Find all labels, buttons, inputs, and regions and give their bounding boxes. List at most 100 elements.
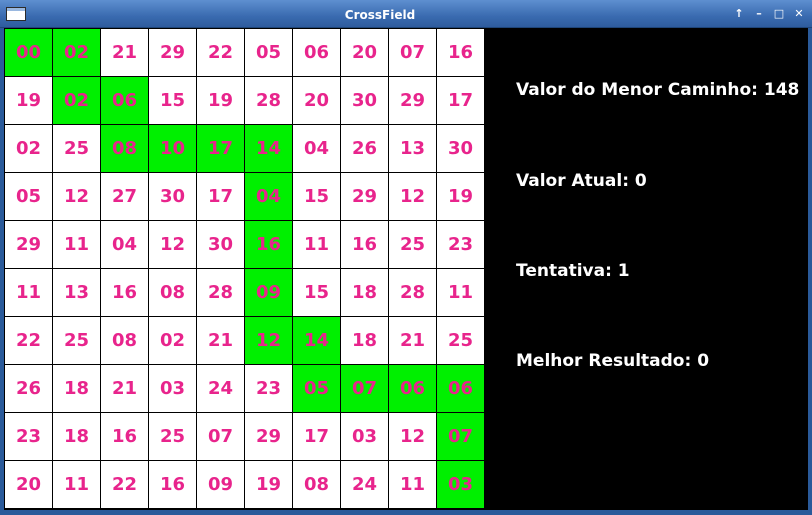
grid-cell-r9-c7[interactable]: 24 bbox=[341, 461, 388, 508]
grid-cell-r3-c7[interactable]: 29 bbox=[341, 173, 388, 220]
grid-cell-r5-c0[interactable]: 11 bbox=[5, 269, 52, 316]
title-bar[interactable]: CrossField ↑ – □ ✕ bbox=[0, 0, 812, 28]
grid-cell-r0-c1[interactable]: 02 bbox=[53, 29, 100, 76]
grid-cell-r4-c1[interactable]: 11 bbox=[53, 221, 100, 268]
grid-cell-r3-c2[interactable]: 27 bbox=[101, 173, 148, 220]
grid-cell-r5-c1[interactable]: 13 bbox=[53, 269, 100, 316]
grid-cell-r9-c4[interactable]: 09 bbox=[197, 461, 244, 508]
grid-cell-r1-c4[interactable]: 19 bbox=[197, 77, 244, 124]
grid-cell-r0-c4[interactable]: 22 bbox=[197, 29, 244, 76]
grid-cell-r8-c1[interactable]: 18 bbox=[53, 413, 100, 460]
grid-cell-r9-c1[interactable]: 11 bbox=[53, 461, 100, 508]
grid-cell-r0-c2[interactable]: 21 bbox=[101, 29, 148, 76]
grid-cell-r5-c9[interactable]: 11 bbox=[437, 269, 484, 316]
grid-cell-r6-c5[interactable]: 12 bbox=[245, 317, 292, 364]
grid-cell-r5-c3[interactable]: 08 bbox=[149, 269, 196, 316]
grid-cell-r3-c4[interactable]: 17 bbox=[197, 173, 244, 220]
grid-cell-r3-c5[interactable]: 04 bbox=[245, 173, 292, 220]
grid-cell-r8-c5[interactable]: 29 bbox=[245, 413, 292, 460]
grid-cell-r5-c4[interactable]: 28 bbox=[197, 269, 244, 316]
grid-cell-r2-c6[interactable]: 04 bbox=[293, 125, 340, 172]
grid-cell-r4-c9[interactable]: 23 bbox=[437, 221, 484, 268]
grid-cell-r6-c0[interactable]: 22 bbox=[5, 317, 52, 364]
grid-cell-r8-c3[interactable]: 25 bbox=[149, 413, 196, 460]
grid-cell-r4-c5[interactable]: 16 bbox=[245, 221, 292, 268]
grid-cell-r0-c7[interactable]: 20 bbox=[341, 29, 388, 76]
grid-cell-r1-c8[interactable]: 29 bbox=[389, 77, 436, 124]
grid-cell-r8-c4[interactable]: 07 bbox=[197, 413, 244, 460]
grid-cell-r2-c7[interactable]: 26 bbox=[341, 125, 388, 172]
grid-cell-r4-c4[interactable]: 30 bbox=[197, 221, 244, 268]
grid-cell-r5-c2[interactable]: 16 bbox=[101, 269, 148, 316]
grid-cell-r0-c8[interactable]: 07 bbox=[389, 29, 436, 76]
grid-cell-r7-c9[interactable]: 06 bbox=[437, 365, 484, 412]
grid-cell-r9-c0[interactable]: 20 bbox=[5, 461, 52, 508]
grid-cell-r3-c6[interactable]: 15 bbox=[293, 173, 340, 220]
close-button[interactable]: ✕ bbox=[792, 6, 806, 22]
grid-cell-r7-c8[interactable]: 06 bbox=[389, 365, 436, 412]
grid-cell-r1-c7[interactable]: 30 bbox=[341, 77, 388, 124]
grid-cell-r2-c9[interactable]: 30 bbox=[437, 125, 484, 172]
grid-cell-r8-c6[interactable]: 17 bbox=[293, 413, 340, 460]
grid-cell-r9-c2[interactable]: 22 bbox=[101, 461, 148, 508]
grid-cell-r3-c0[interactable]: 05 bbox=[5, 173, 52, 220]
grid-cell-r1-c3[interactable]: 15 bbox=[149, 77, 196, 124]
keep-above-button[interactable]: ↑ bbox=[732, 6, 746, 22]
grid-cell-r2-c1[interactable]: 25 bbox=[53, 125, 100, 172]
grid-cell-r7-c5[interactable]: 23 bbox=[245, 365, 292, 412]
grid-cell-r7-c7[interactable]: 07 bbox=[341, 365, 388, 412]
grid-cell-r5-c5[interactable]: 09 bbox=[245, 269, 292, 316]
minimize-button[interactable]: – bbox=[752, 6, 766, 22]
grid-cell-r0-c3[interactable]: 29 bbox=[149, 29, 196, 76]
grid-cell-r9-c3[interactable]: 16 bbox=[149, 461, 196, 508]
maximize-button[interactable]: □ bbox=[772, 6, 786, 22]
grid-cell-r7-c1[interactable]: 18 bbox=[53, 365, 100, 412]
grid-cell-r5-c6[interactable]: 15 bbox=[293, 269, 340, 316]
grid-cell-r7-c6[interactable]: 05 bbox=[293, 365, 340, 412]
grid-cell-r9-c9[interactable]: 03 bbox=[437, 461, 484, 508]
grid-cell-r0-c0[interactable]: 00 bbox=[5, 29, 52, 76]
grid-cell-r3-c9[interactable]: 19 bbox=[437, 173, 484, 220]
grid-cell-r1-c9[interactable]: 17 bbox=[437, 77, 484, 124]
grid-cell-r2-c5[interactable]: 14 bbox=[245, 125, 292, 172]
grid-cell-r5-c7[interactable]: 18 bbox=[341, 269, 388, 316]
grid-cell-r8-c9[interactable]: 07 bbox=[437, 413, 484, 460]
grid-cell-r5-c8[interactable]: 28 bbox=[389, 269, 436, 316]
grid-cell-r7-c4[interactable]: 24 bbox=[197, 365, 244, 412]
grid-cell-r6-c6[interactable]: 14 bbox=[293, 317, 340, 364]
grid-cell-r2-c0[interactable]: 02 bbox=[5, 125, 52, 172]
grid-cell-r2-c3[interactable]: 10 bbox=[149, 125, 196, 172]
grid-cell-r7-c0[interactable]: 26 bbox=[5, 365, 52, 412]
grid-cell-r7-c3[interactable]: 03 bbox=[149, 365, 196, 412]
grid-cell-r6-c1[interactable]: 25 bbox=[53, 317, 100, 364]
grid-cell-r1-c2[interactable]: 06 bbox=[101, 77, 148, 124]
grid-cell-r6-c2[interactable]: 08 bbox=[101, 317, 148, 364]
grid-cell-r4-c6[interactable]: 11 bbox=[293, 221, 340, 268]
grid-cell-r9-c6[interactable]: 08 bbox=[293, 461, 340, 508]
grid-cell-r9-c8[interactable]: 11 bbox=[389, 461, 436, 508]
grid-cell-r7-c2[interactable]: 21 bbox=[101, 365, 148, 412]
grid-cell-r2-c8[interactable]: 13 bbox=[389, 125, 436, 172]
grid-cell-r4-c2[interactable]: 04 bbox=[101, 221, 148, 268]
grid-cell-r0-c9[interactable]: 16 bbox=[437, 29, 484, 76]
grid-cell-r8-c8[interactable]: 12 bbox=[389, 413, 436, 460]
grid-cell-r8-c0[interactable]: 23 bbox=[5, 413, 52, 460]
grid-cell-r1-c6[interactable]: 20 bbox=[293, 77, 340, 124]
grid-cell-r6-c3[interactable]: 02 bbox=[149, 317, 196, 364]
grid-cell-r3-c3[interactable]: 30 bbox=[149, 173, 196, 220]
grid-cell-r6-c8[interactable]: 21 bbox=[389, 317, 436, 364]
grid-cell-r3-c1[interactable]: 12 bbox=[53, 173, 100, 220]
grid-cell-r4-c8[interactable]: 25 bbox=[389, 221, 436, 268]
grid-cell-r4-c3[interactable]: 12 bbox=[149, 221, 196, 268]
grid-cell-r2-c4[interactable]: 17 bbox=[197, 125, 244, 172]
grid-cell-r8-c7[interactable]: 03 bbox=[341, 413, 388, 460]
grid-cell-r4-c0[interactable]: 29 bbox=[5, 221, 52, 268]
grid-cell-r9-c5[interactable]: 19 bbox=[245, 461, 292, 508]
grid-cell-r1-c1[interactable]: 02 bbox=[53, 77, 100, 124]
grid-cell-r2-c2[interactable]: 08 bbox=[101, 125, 148, 172]
grid-cell-r0-c5[interactable]: 05 bbox=[245, 29, 292, 76]
grid-cell-r0-c6[interactable]: 06 bbox=[293, 29, 340, 76]
grid-cell-r1-c0[interactable]: 19 bbox=[5, 77, 52, 124]
grid-cell-r8-c2[interactable]: 16 bbox=[101, 413, 148, 460]
grid-cell-r6-c7[interactable]: 18 bbox=[341, 317, 388, 364]
